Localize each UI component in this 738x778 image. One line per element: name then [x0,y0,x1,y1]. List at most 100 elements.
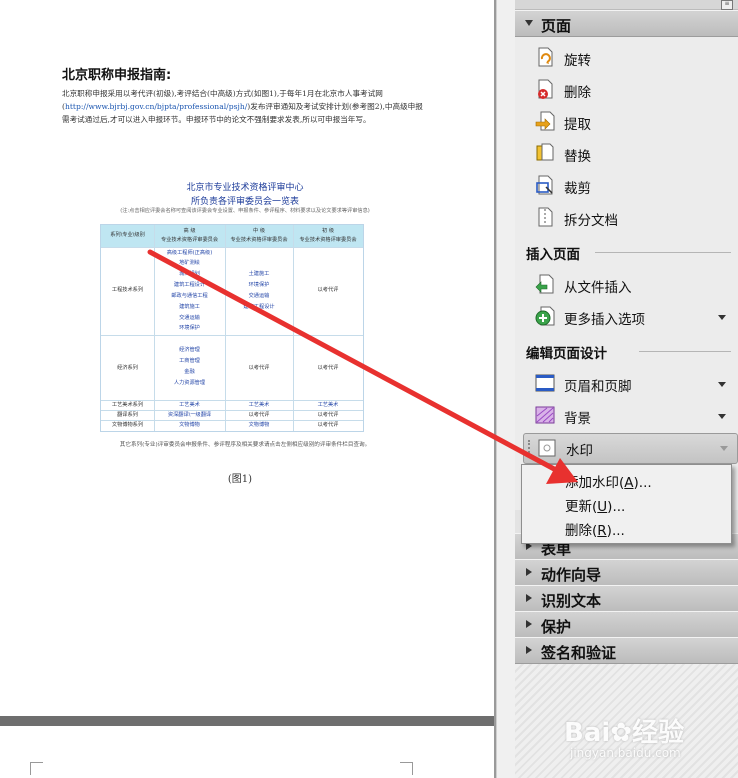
mid-committee-link[interactable]: 文物博物 [225,422,293,429]
subsection-divider [639,351,731,352]
junior-cell: 以考代评 [317,412,339,418]
senior-committee-link[interactable]: 高级工程师(正高级) [154,250,225,257]
section-title: 签名和验证 [541,644,617,662]
document-page: 北京职称申报指南: 北京职称申报采用以考代评(初级),考评结合(中高级)方式(如… [0,0,494,716]
mid-committee-link[interactable]: 交通运输 [225,293,293,300]
menu-item-delete-watermark[interactable]: 删除(R)... [565,519,625,539]
watermark-icon [538,439,556,457]
tool-insert-from-file[interactable]: 从文件插入 [534,271,734,299]
background-icon [535,406,555,424]
senior-committee-link[interactable]: 邮政与通信工程 [154,293,225,300]
dropdown-arrow-icon [720,446,728,451]
table-subtitle: 所负责各评审委员会一览表 [190,197,299,207]
section-title: 识别文本 [541,592,602,610]
collapsed-triangle-icon [526,568,532,576]
panel-top-bar: ≡ [515,0,738,10]
section-protection-header[interactable]: 保护 [515,611,738,638]
tool-label: 页眉和页脚 [564,379,632,395]
senior-committee-link[interactable]: 建筑施工 [154,304,225,311]
tool-label: 提取 [564,117,591,133]
table-note: (注:点击相应评委会名称可查阅该评委会专业设置、申报条件、参评程序、材料要求以及… [120,208,370,214]
tool-delete[interactable]: 删除 [534,76,734,104]
vertical-scrollbar[interactable] [496,0,515,778]
tool-label: 旋转 [564,53,591,69]
tool-crop[interactable]: 裁剪 [534,172,734,200]
section-recognize-text-header[interactable]: 识别文本 [515,585,738,612]
section-title: 动作向导 [541,566,602,584]
section-action-wizard-header[interactable]: 动作向导 [515,559,738,586]
section-sign-certify-header[interactable]: 签名和验证 [515,637,738,664]
mid-committee-link[interactable]: 工艺美术 [225,402,293,409]
replace-page-icon [536,143,554,161]
tool-extract[interactable]: 提取 [534,108,734,136]
senior-committee-link[interactable]: 文物博物 [154,422,225,429]
tool-header-footer[interactable]: 页眉和页脚 [534,370,734,398]
header-footer-icon [535,374,555,392]
senior-committee-link[interactable]: 经济管理 [154,347,225,354]
senior-committee-link[interactable]: 地矿测绘 [154,260,225,267]
menu-item-label: 更新( [565,499,598,515]
senior-committee-link[interactable]: 城乡规划 [154,271,225,278]
exam-site-link[interactable]: http://www.bjrbj.gov.cn/bjpta/profession… [65,102,247,111]
senior-committee-link[interactable]: 交通运输 [154,315,225,322]
menu-accelerator: U [597,499,608,515]
mid-cell: 以考代评 [248,365,270,371]
figure-caption: (图1) [227,474,253,485]
senior-committee-link[interactable]: 工艺美术 [154,402,225,409]
delete-page-icon [538,79,553,99]
watermark-url: jingyan.baidu.com [570,746,681,760]
senior-committee-link[interactable]: 建筑工程设计 [154,282,225,289]
mid-committee-link[interactable]: 土建施工 [225,271,293,278]
row-series: 工艺美术系列 [111,402,144,408]
menu-item-update-watermark[interactable]: 更新(U)... [565,495,625,515]
mid-committee-link[interactable]: 环境保护 [225,282,293,289]
tool-replace[interactable]: 替换 [534,140,734,168]
watermark-context-menu: 添加水印(A)... 更新(U)... 删除(R)... [521,464,732,544]
document-heading: 北京职称申报指南: [62,68,172,83]
tool-label: 替换 [564,149,591,165]
watermark-brand: Bai✿经验 [564,712,684,749]
header-mid: 中 级 [252,228,266,234]
tool-label: 水印 [566,443,593,459]
senior-committee-link[interactable]: 工商管理 [154,358,225,365]
document-viewer[interactable]: 北京职称申报指南: 北京职称申报采用以考代评(初级),考评结合(中高级)方式(如… [0,0,496,778]
junior-cell: 以考代评 [317,422,339,428]
section-pages-header[interactable]: 页面 [515,10,738,37]
next-document-page [0,726,494,778]
tool-label: 更多插入选项 [564,312,645,328]
panel-options-icon[interactable]: ≡ [721,0,733,10]
senior-committee-link[interactable]: 金融 [154,369,225,376]
row-series: 文物博物系列 [111,422,144,428]
tool-watermark[interactable]: 水印 [523,433,738,464]
collapsed-triangle-icon [526,646,532,654]
tools-panel: ≡ 页面 旋转 删除 提取 替换 裁剪 拆分文档 插入页面 从文件插入 更多插入… [515,0,738,778]
page-corner-mark [30,762,43,775]
tool-label: 背景 [564,411,591,427]
tool-split-document[interactable]: 拆分文档 [534,204,734,232]
junior-cell: 以考代评 [317,287,339,293]
tool-more-insert-options[interactable]: 更多插入选项 [534,303,734,331]
menu-item-label: 添加水印( [565,475,625,491]
tool-label: 拆分文档 [564,213,618,229]
extract-page-icon [535,111,555,131]
mid-committee-link[interactable]: 建筑工程设计 [225,304,293,311]
subsection-edit-page-design: 编辑页面设计 [526,346,607,362]
insert-from-file-icon [535,274,554,294]
junior-committee-link[interactable]: 工艺美术 [293,402,363,409]
subsection-insert-pages: 插入页面 [526,247,580,263]
menu-accelerator: R [597,523,607,539]
dropdown-arrow-icon [718,315,726,320]
tool-background[interactable]: 背景 [534,402,734,430]
menu-item-add-watermark[interactable]: 添加水印(A)... [565,471,652,491]
senior-committee-link[interactable]: 资深翻译\一级翻译 [154,412,225,419]
watermark-brand-text: 经验 [632,718,685,748]
header-series: 系列\专业\级别 [110,232,145,238]
expanded-triangle-icon [525,20,533,26]
review-committee-table: 系列\专业\级别 高 级 专业技术资格评审委员会 中 级 专业技术资格评审委员会… [100,224,364,432]
senior-committee-link[interactable]: 环境保护 [154,325,225,332]
senior-committee-link[interactable]: 人力资源管理 [154,380,225,387]
tool-rotate[interactable]: 旋转 [534,44,734,72]
row-series: 工程技术系列 [111,287,144,293]
menu-accelerator: A [624,475,634,491]
crop-page-icon [536,175,553,195]
